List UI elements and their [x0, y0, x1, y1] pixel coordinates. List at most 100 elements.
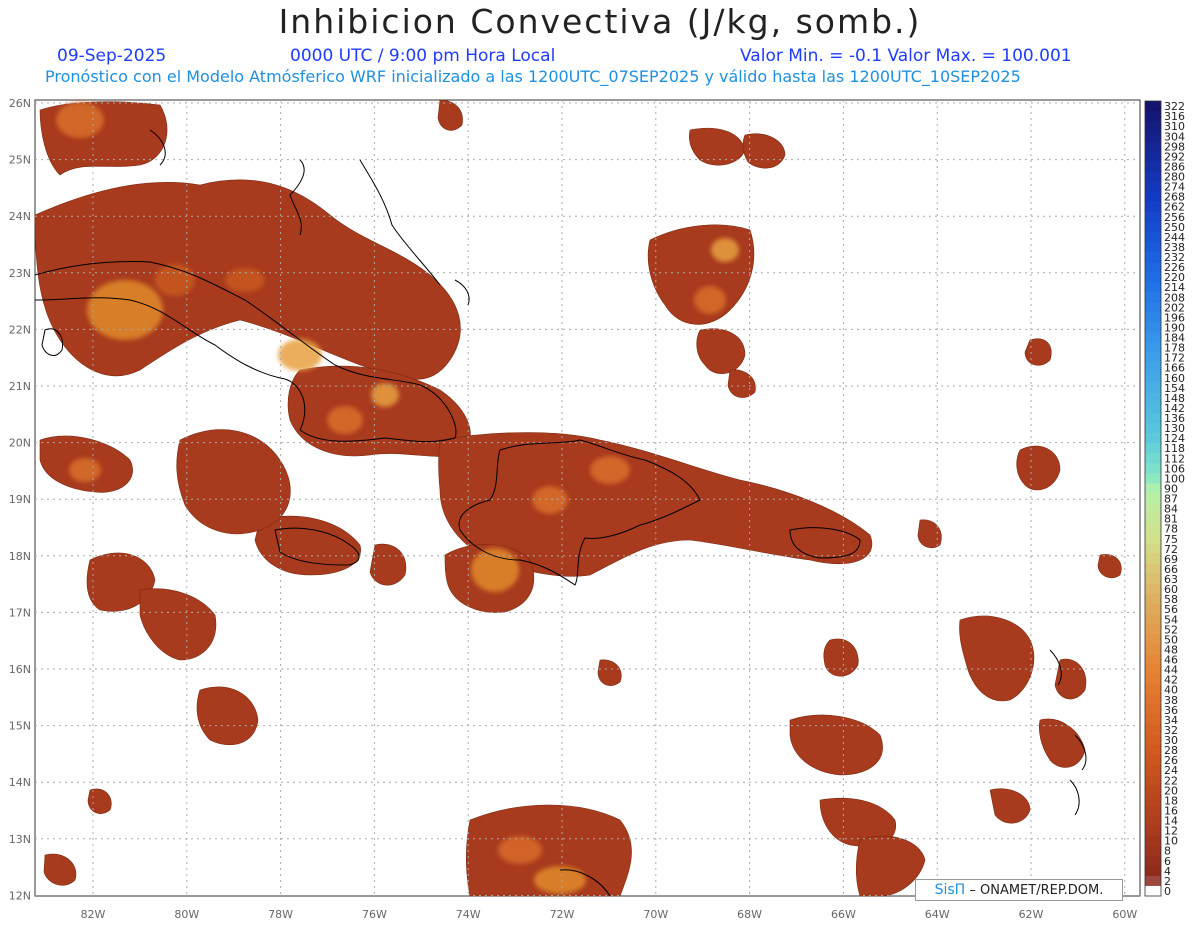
lat-label: 22N — [9, 323, 31, 336]
lat-label: 20N — [9, 437, 31, 450]
lat-label: 23N — [9, 267, 31, 280]
colorbar-swatch — [1145, 473, 1161, 484]
colorbar-swatch — [1145, 533, 1161, 545]
cin-hotspot — [87, 280, 163, 340]
cin-hotspot — [534, 866, 586, 894]
lon-label: 72W — [550, 908, 575, 921]
lon-label: 74W — [456, 908, 481, 921]
cin-hotspot — [532, 486, 568, 514]
cin-hotspot — [694, 286, 726, 314]
colorbar-swatch — [1145, 453, 1161, 464]
colorbar-swatch — [1145, 624, 1161, 635]
colorbar-swatch — [1145, 684, 1161, 696]
colorbar-swatch — [1145, 412, 1161, 424]
colorbar-swatch — [1145, 382, 1161, 394]
colorbar-swatch — [1145, 161, 1161, 172]
colorbar-swatch — [1145, 262, 1161, 273]
cin-hotspot — [225, 268, 265, 292]
colorbar-swatch — [1145, 775, 1161, 786]
lon-label: 82W — [81, 908, 106, 921]
colorbar-swatch — [1145, 312, 1161, 323]
colorbar-swatch — [1145, 302, 1161, 313]
colorbar-swatch — [1145, 614, 1161, 625]
colorbar-swatch — [1145, 785, 1161, 796]
lat-label: 19N — [9, 493, 31, 506]
cin-hotspot — [69, 458, 101, 482]
colorbar-swatch — [1145, 724, 1161, 736]
colorbar-swatch — [1145, 795, 1161, 806]
colorbar-swatch — [1145, 362, 1161, 374]
colorbar-swatch — [1145, 272, 1161, 283]
colorbar-swatch — [1145, 463, 1161, 474]
colorbar-label: 0 — [1164, 885, 1171, 898]
colorbar-swatch — [1145, 845, 1161, 857]
colorbar-swatch — [1145, 241, 1161, 253]
lon-label: 68W — [737, 908, 762, 921]
colorbar-swatch — [1145, 483, 1161, 494]
colorbar-swatch — [1145, 805, 1161, 816]
lat-label: 18N — [9, 550, 31, 563]
colorbar-swatch — [1145, 131, 1161, 142]
colorbar-swatch — [1145, 745, 1161, 756]
colorbar-swatch — [1145, 121, 1161, 132]
colorbar-swatch — [1145, 181, 1161, 192]
colorbar-swatch — [1145, 282, 1161, 293]
credit-text: – ONAMET/REP.DOM. — [965, 883, 1104, 898]
colorbar-swatch — [1145, 543, 1161, 555]
colorbar-swatch — [1145, 352, 1161, 364]
lon-label: 64W — [925, 908, 950, 921]
colorbar-swatch — [1145, 714, 1161, 726]
colorbar-swatch — [1145, 604, 1161, 615]
colorbar-swatch — [1145, 322, 1161, 333]
colorbar-swatch — [1145, 332, 1161, 343]
sispi-logo: SisΠ — [934, 882, 966, 898]
colorbar-swatch — [1145, 664, 1161, 676]
cin-hotspot — [711, 238, 739, 262]
colorbar-swatch — [1145, 523, 1161, 535]
lon-label: 60W — [1112, 908, 1137, 921]
colorbar-swatch — [1145, 433, 1161, 444]
colorbar-swatch — [1145, 251, 1161, 263]
colorbar-swatch — [1145, 503, 1161, 514]
colorbar-swatch — [1145, 855, 1161, 867]
colorbar-swatch — [1145, 342, 1161, 353]
cin-area — [1024, 338, 1052, 366]
longitude-labels: 82W 80W 78W 76W 74W 72W 70W 68W 66W 64W 62W 60W — [81, 908, 1138, 921]
lat-label: 13N — [9, 833, 31, 846]
colorbar-swatch — [1145, 694, 1161, 706]
lat-label: 24N — [9, 210, 31, 223]
colorbar-swatch — [1145, 674, 1161, 686]
lat-label: 21N — [9, 380, 31, 393]
lon-label: 66W — [831, 908, 856, 921]
colorbar-swatch — [1145, 402, 1161, 414]
lat-label: 12N — [9, 889, 31, 902]
colorbar-swatch — [1145, 755, 1161, 766]
lon-label: 62W — [1019, 908, 1044, 921]
colorbar-swatch — [1145, 191, 1161, 203]
colorbar-swatch — [1145, 865, 1161, 877]
colorbar-swatch — [1145, 634, 1161, 645]
lat-label: 25N — [9, 154, 31, 167]
lon-label: 70W — [643, 908, 668, 921]
cin-hotspot — [327, 406, 363, 434]
colorbar-swatch — [1145, 231, 1161, 243]
colorbar-swatch — [1145, 372, 1161, 384]
lon-label: 76W — [362, 908, 387, 921]
colorbar-swatch — [1145, 825, 1161, 837]
colorbar-swatch — [1145, 201, 1161, 213]
colorbar-swatch — [1145, 443, 1161, 454]
lon-label: 80W — [174, 908, 199, 921]
colorbar-swatch — [1145, 815, 1161, 826]
colorbar-swatch — [1145, 423, 1161, 434]
cin-hotspot — [590, 456, 630, 484]
colorbar-swatch — [1145, 584, 1161, 595]
cin-hotspot — [278, 339, 322, 371]
lat-label: 17N — [9, 606, 31, 619]
colorbar-swatch — [1145, 292, 1161, 303]
credit-box: SisΠ – ONAMET/REP.DOM. — [915, 879, 1123, 901]
colorbar-swatch — [1145, 654, 1161, 665]
lat-label: 26N — [9, 97, 31, 110]
colorbar-swatch — [1145, 734, 1161, 746]
colorbar-swatch — [1145, 563, 1161, 575]
colorbar-swatch — [1145, 221, 1161, 233]
